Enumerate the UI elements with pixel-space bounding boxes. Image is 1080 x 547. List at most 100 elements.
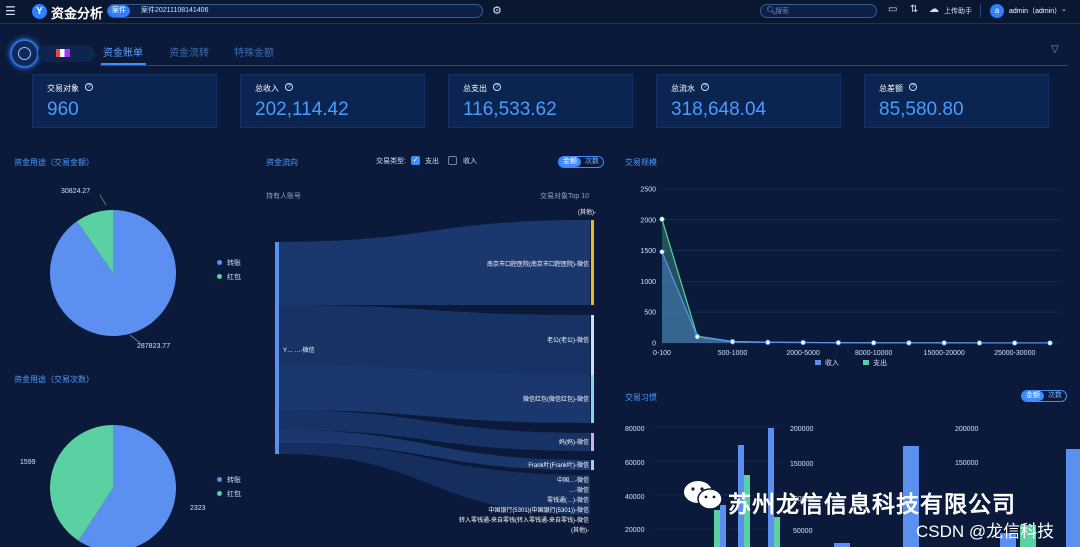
- toggle-amount[interactable]: 金额: [559, 157, 581, 167]
- sankey-target-label: 中国银行(5301)(中国银行(5301))-微信: [488, 508, 589, 514]
- case-selector[interactable]: 案件 案件20211108141406: [107, 4, 483, 18]
- tab-fund-flow[interactable]: 资金流转: [169, 44, 209, 59]
- legend-label-redpacket[interactable]: 红包: [227, 272, 241, 282]
- stat-label: 总流水: [671, 84, 695, 93]
- filter-icon[interactable]: ▽: [1051, 44, 1059, 55]
- help-icon[interactable]: ?: [909, 83, 917, 91]
- bar: [834, 543, 850, 547]
- stat-value: 202,114.42: [255, 99, 349, 120]
- checkbox-income[interactable]: [448, 156, 457, 165]
- sankey-target-node: [591, 433, 594, 451]
- tab-special-amount[interactable]: 特殊金额: [234, 44, 274, 59]
- trade-type-label: 交易类型:: [376, 158, 406, 165]
- user-name[interactable]: admin（admin）: [1009, 6, 1061, 16]
- habit-metric-toggle[interactable]: 金额 次数: [1021, 390, 1067, 402]
- data-point: [941, 340, 947, 346]
- chevron-down-icon[interactable]: ⌄: [1061, 5, 1067, 13]
- axis-tick: 60000: [625, 460, 645, 467]
- person-name-pill: [38, 45, 95, 62]
- top-bar: ☰ Y 资金分析 案件 案件20211108141406 ⚙ 🔍︎ ▭ ⇅ ☁ …: [0, 0, 1080, 24]
- series-area: [662, 251, 1050, 343]
- help-icon[interactable]: ?: [493, 83, 501, 91]
- series-area: [662, 219, 1050, 343]
- toggle-count[interactable]: 次数: [1048, 391, 1062, 401]
- legend-label: 收入: [825, 358, 839, 367]
- gear-icon[interactable]: ⚙: [492, 5, 502, 17]
- checkbox-income-label[interactable]: 收入: [463, 156, 477, 166]
- series-line: [661, 251, 1050, 344]
- legend-label-redpacket[interactable]: 红包: [227, 489, 241, 499]
- y-axis-tick: 500: [644, 310, 656, 317]
- toggle-amount[interactable]: 金额: [1022, 391, 1044, 401]
- data-point: [694, 334, 700, 340]
- monitor-icon[interactable]: ▭: [888, 4, 897, 15]
- legend-label: 支出: [873, 358, 887, 367]
- checkbox-expense-label[interactable]: 支出: [425, 156, 439, 166]
- data-point: [1012, 340, 1018, 346]
- cloud-upload-icon[interactable]: ☁: [929, 4, 939, 15]
- data-point: [765, 339, 771, 345]
- app-title: 资金分析: [51, 6, 104, 21]
- checkbox-expense[interactable]: ✓: [411, 156, 420, 165]
- data-point: [871, 340, 877, 346]
- stat-label: 总收入: [255, 84, 279, 93]
- case-tag: 案件: [108, 5, 130, 17]
- pie-count-chart: [49, 425, 176, 547]
- scale-title: 交易规模: [625, 158, 657, 167]
- search-input[interactable]: [775, 6, 870, 16]
- help-icon[interactable]: ?: [85, 83, 93, 91]
- avatar[interactable]: a: [990, 4, 1004, 18]
- sankey-target-node: [591, 375, 594, 423]
- x-axis-tick: 8000-10000: [855, 350, 892, 357]
- stat-card-total-difference: 总差额 ? 85,580.80: [864, 74, 1049, 128]
- search-box[interactable]: 🔍︎: [760, 4, 877, 18]
- toggle-count[interactable]: 次数: [585, 157, 599, 167]
- flow-title: 资金流向: [266, 158, 298, 167]
- pie-count-label-redpacket: 1599: [20, 459, 36, 466]
- stat-card-total-expense: 总支出 ? 116,533.62: [448, 74, 633, 128]
- upload-assistant-link[interactable]: 上传助手: [944, 6, 972, 16]
- tab-bar: 资金账单 资金流转 特殊金额 ▽: [0, 36, 1080, 68]
- sankey-target-label: 中国…-微信: [557, 478, 589, 484]
- flow-left-header: 持有人账号: [266, 193, 301, 200]
- stat-value: 318,648.04: [671, 99, 767, 120]
- tab-divider: [100, 65, 1068, 66]
- axis-tick: 200000: [955, 426, 978, 433]
- data-point: [659, 216, 665, 222]
- pie-count-label-transfer: 2323: [190, 505, 206, 512]
- legend-marker-transfer: [217, 260, 222, 265]
- flow-metric-toggle[interactable]: 金额 次数: [558, 156, 604, 168]
- sankey-target-label: 老公(老公)-微信: [547, 338, 589, 344]
- scale-chart: 0 500 1000 1500 2000 2500 0-100 500-1000 2000-50…: [640, 187, 1060, 367]
- flow-right-header: 交易对象Top 10: [540, 193, 590, 200]
- menu-icon[interactable]: ☰: [5, 5, 17, 17]
- tab-fund-bill[interactable]: 资金账单: [103, 44, 143, 59]
- data-point: [800, 339, 806, 346]
- stat-card-counterparties: 交易对象 ? 960: [32, 74, 217, 128]
- x-axis-tick: 0-100: [653, 350, 671, 357]
- watermark-company: 苏州龙信信息科技有限公司: [728, 491, 1016, 517]
- legend-label-transfer[interactable]: 转账: [227, 258, 241, 268]
- series-line: [661, 219, 1050, 344]
- sankey-target-node: [591, 220, 594, 305]
- x-axis-tick: 15000-20000: [924, 350, 965, 357]
- y-axis-tick: 2500: [640, 187, 656, 194]
- axis-tick: 150000: [955, 460, 978, 467]
- help-icon[interactable]: ?: [701, 83, 709, 91]
- sankey-link: [279, 305, 590, 375]
- y-axis-tick: 0: [652, 341, 656, 348]
- x-axis-tick: 500-1000: [718, 350, 748, 357]
- sankey-target-label: …-微信: [569, 488, 589, 494]
- bar: [774, 517, 780, 547]
- sankey-source-label: Y… …-微信: [283, 348, 315, 354]
- help-icon[interactable]: ?: [285, 83, 293, 91]
- legend-marker-redpacket: [217, 274, 222, 279]
- data-point: [976, 340, 983, 346]
- sankey-source-node: [275, 242, 279, 454]
- x-axis-tick: 25000-30000: [994, 350, 1035, 357]
- sort-icon[interactable]: ⇅: [910, 4, 918, 15]
- legend-label-transfer[interactable]: 转账: [227, 475, 241, 485]
- legend-marker-transfer: [217, 477, 222, 482]
- sankey-target-label: (其他)-: [578, 210, 596, 216]
- user-avatar-icon: [10, 39, 39, 68]
